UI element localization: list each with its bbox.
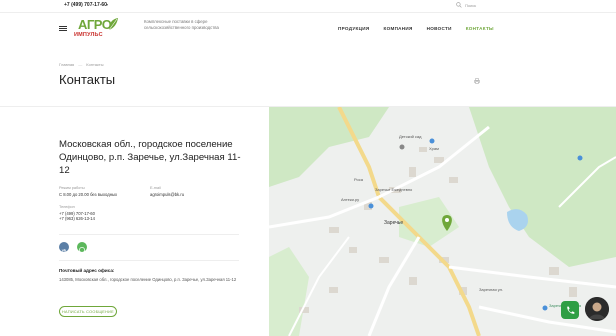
email-link[interactable]: agroimpuls@bk.ru	[150, 192, 184, 198]
phone-link-2[interactable]: +7 (963) 626-13-14	[59, 216, 95, 222]
chat-avatar[interactable]	[585, 297, 609, 321]
leaf-icon	[108, 18, 118, 31]
phone-icon	[566, 306, 574, 314]
poi-icon[interactable]	[577, 155, 583, 161]
print-icon[interactable]	[474, 78, 480, 84]
write-message-button[interactable]: Написать сообщение	[59, 306, 117, 317]
nav-item-news[interactable]: Новости	[427, 26, 452, 31]
search-button[interactable]: Поиск	[456, 2, 476, 8]
svg-text:vk: vk	[62, 248, 67, 253]
whatsapp-icon	[79, 247, 85, 254]
logo-impulse-text: ИМПУЛЬС	[74, 32, 103, 38]
divider	[59, 234, 239, 235]
logo[interactable]: АГРО ИМПУЛЬС	[74, 17, 122, 43]
call-button[interactable]	[561, 301, 579, 319]
postal-address: 143085, Московская обл., городское посел…	[59, 277, 237, 282]
phones-block: Телефон +7 (499) 707-17-60 +7 (963) 626-…	[59, 205, 95, 222]
top-bar: +7 (499) 707-17-60 ▾ Поиск	[0, 0, 616, 13]
school-icon[interactable]	[368, 203, 374, 209]
breadcrumb-separator: —	[78, 62, 83, 67]
header: АГРО ИМПУЛЬС Комплексные поставки в сфер…	[0, 13, 616, 45]
map-label-church: Храм	[429, 146, 439, 151]
phones-label: Телефон	[59, 205, 75, 209]
page-title: Контакты	[59, 72, 116, 87]
whatsapp-button[interactable]	[77, 242, 87, 254]
hours-value: С 8.00 до 20.00 без выходных	[59, 191, 118, 197]
map-label-kindergarten: Детский сад	[399, 134, 422, 139]
map-label-pharmacy: Аптеки.ру	[341, 197, 360, 202]
nav-item-products[interactable]: Продукция	[338, 26, 369, 31]
menu-icon[interactable]	[59, 26, 67, 31]
divider	[59, 260, 239, 261]
email-block: E-mail agroimpuls@bk.ru	[150, 186, 184, 197]
breadcrumb-home[interactable]: Главная	[59, 62, 74, 67]
vk-button[interactable]: vk	[59, 242, 69, 253]
search-label: Поиск	[465, 2, 477, 8]
hours-label: Режим работы	[59, 186, 85, 190]
top-phone[interactable]: +7 (499) 707-17-60	[64, 2, 107, 8]
avatar-icon	[585, 297, 609, 321]
church-icon[interactable]	[429, 138, 435, 144]
map-label-street: Заречная ул.	[479, 287, 504, 292]
hours-block: Режим работы С 8.00 до 20.00 без выходны…	[59, 186, 117, 197]
map-label-school: Заречье Ежедневно	[375, 187, 413, 192]
nav-item-contacts[interactable]: Контакты	[466, 26, 494, 31]
search-icon	[456, 2, 462, 8]
vk-icon: vk	[62, 248, 67, 253]
postal-label: Почтовый адрес офиса:	[59, 268, 115, 273]
main-nav: Продукция Компания Новости Контакты	[338, 26, 494, 31]
address-heading: Московская обл., городское поселение Оди…	[59, 139, 241, 176]
nav-item-company[interactable]: Компания	[383, 26, 412, 31]
map-label-rosa: Роса	[354, 177, 363, 182]
chevron-down-icon[interactable]: ▾	[106, 2, 108, 7]
map-label-zarechye: Заречье	[384, 220, 404, 226]
breadcrumb: Главная — Контакты	[59, 62, 104, 67]
gas-station-icon[interactable]	[542, 305, 548, 311]
email-label: E-mail	[150, 186, 161, 190]
poi-icon[interactable]	[399, 144, 405, 150]
tagline: Комплексные поставки в сфере сельскохозя…	[144, 19, 219, 30]
breadcrumb-current: Контакты	[86, 62, 104, 67]
